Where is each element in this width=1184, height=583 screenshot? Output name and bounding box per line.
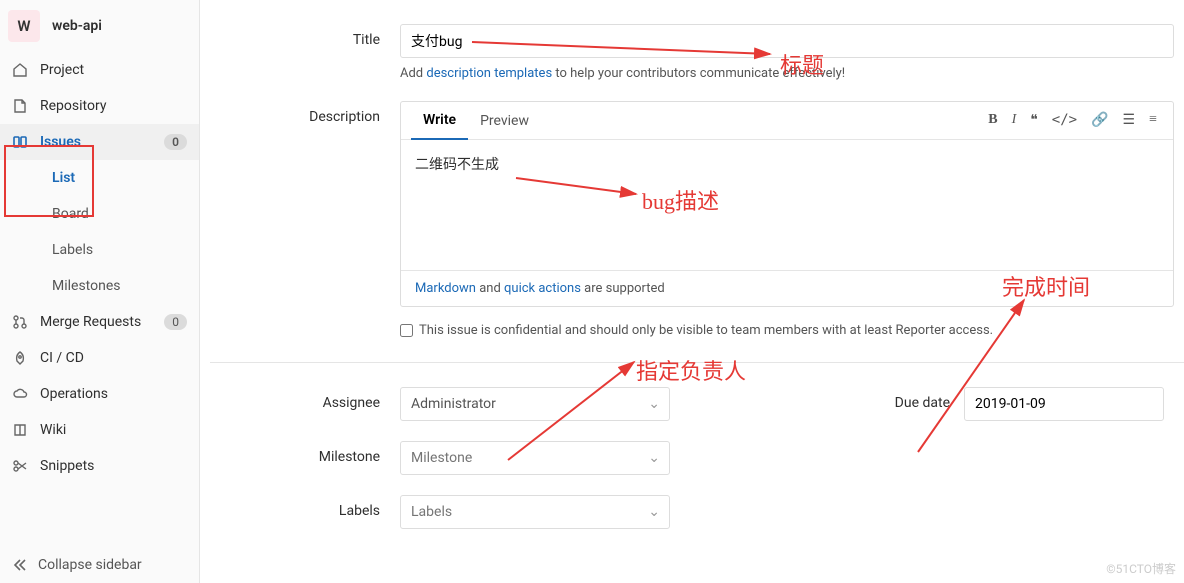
description-textarea[interactable]: 二维码不生成 xyxy=(401,140,1173,270)
nav-project[interactable]: Project xyxy=(0,52,199,88)
main-content: Title Add description templates to help … xyxy=(210,0,1184,583)
title-label: Title xyxy=(210,24,400,81)
nav-repository[interactable]: Repository xyxy=(0,88,199,124)
description-label: Description xyxy=(210,101,400,338)
markdown-link[interactable]: Markdown xyxy=(415,281,476,296)
tab-write[interactable]: Write xyxy=(411,102,468,140)
project-name: web-api xyxy=(52,18,102,34)
title-helper: Add description templates to help your c… xyxy=(400,66,1174,81)
rocket-icon xyxy=(12,350,28,366)
labels-label: Labels xyxy=(210,495,400,529)
italic-icon[interactable]: I xyxy=(1012,112,1017,129)
nav-label: Operations xyxy=(40,386,187,402)
sidebar: W web-api Project Repository Issues 0 Li… xyxy=(0,0,200,583)
quick-actions-link[interactable]: quick actions xyxy=(504,281,581,296)
description-templates-link[interactable]: description templates xyxy=(426,66,552,81)
confidential-label: This issue is confidential and should on… xyxy=(419,323,993,338)
project-avatar: W xyxy=(8,10,40,42)
quote-icon[interactable]: ❝ xyxy=(1030,112,1038,129)
subnav-board[interactable]: Board xyxy=(40,196,199,232)
bold-icon[interactable]: B xyxy=(988,112,997,129)
nav-label: Snippets xyxy=(40,458,187,474)
assignee-select[interactable] xyxy=(400,387,670,421)
numbered-list-icon[interactable]: ≡ xyxy=(1149,112,1157,129)
mr-badge: 0 xyxy=(164,314,187,330)
issues-subnav: List Board Labels Milestones xyxy=(0,160,199,304)
description-editor: Write Preview B I ❝ </> 🔗 ☰ ≡ 二维码不生成 xyxy=(400,101,1174,307)
link-icon[interactable]: 🔗 xyxy=(1091,112,1108,129)
title-input[interactable] xyxy=(400,24,1174,58)
confidential-checkbox[interactable] xyxy=(400,324,413,337)
scissors-icon xyxy=(12,458,28,474)
editor-toolbar: B I ❝ </> 🔗 ☰ ≡ xyxy=(988,112,1163,129)
divider xyxy=(210,362,1184,363)
subnav-labels[interactable]: Labels xyxy=(40,232,199,268)
nav-issues[interactable]: Issues 0 xyxy=(0,124,199,160)
home-icon xyxy=(12,62,28,78)
chevrons-left-icon xyxy=(12,557,28,573)
code-icon[interactable]: </> xyxy=(1052,112,1077,129)
editor-footer: Markdown and quick actions are supported xyxy=(401,270,1173,306)
subnav-list[interactable]: List xyxy=(40,160,199,196)
nav-wiki[interactable]: Wiki xyxy=(0,412,199,448)
nav-label: Wiki xyxy=(40,422,187,438)
issues-icon xyxy=(12,134,28,150)
nav-label: Project xyxy=(40,62,187,78)
watermark: ©51CTO博客 xyxy=(1106,560,1176,577)
issues-badge: 0 xyxy=(164,134,187,150)
nav-label: Repository xyxy=(40,98,187,114)
collapse-label: Collapse sidebar xyxy=(38,557,142,573)
nav-merge-requests[interactable]: Merge Requests 0 xyxy=(0,304,199,340)
subnav-milestones[interactable]: Milestones xyxy=(40,268,199,304)
nav-label: CI / CD xyxy=(40,350,187,366)
milestone-label: Milestone xyxy=(210,441,400,475)
cloud-icon xyxy=(12,386,28,402)
nav-label: Merge Requests xyxy=(40,314,152,330)
assignee-label: Assignee xyxy=(210,387,400,421)
milestone-select[interactable] xyxy=(400,441,670,475)
book-icon xyxy=(12,422,28,438)
collapse-sidebar[interactable]: Collapse sidebar xyxy=(0,547,200,583)
due-date-label: Due date xyxy=(884,387,964,411)
nav-cicd[interactable]: CI / CD xyxy=(0,340,199,376)
nav-operations[interactable]: Operations xyxy=(0,376,199,412)
labels-select[interactable] xyxy=(400,495,670,529)
merge-icon xyxy=(12,314,28,330)
file-icon xyxy=(12,98,28,114)
nav-snippets[interactable]: Snippets xyxy=(0,448,199,484)
due-date-input[interactable] xyxy=(964,387,1164,421)
project-header[interactable]: W web-api xyxy=(0,0,199,52)
nav-label: Issues xyxy=(40,134,152,150)
bullet-list-icon[interactable]: ☰ xyxy=(1123,112,1136,129)
tab-preview[interactable]: Preview xyxy=(468,103,541,139)
